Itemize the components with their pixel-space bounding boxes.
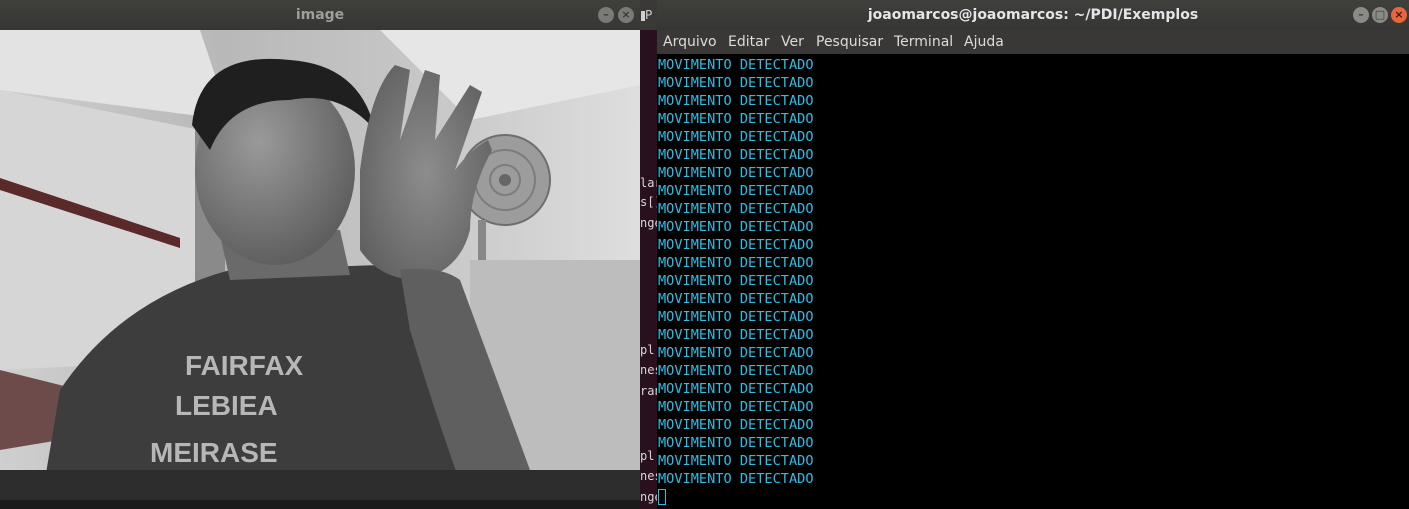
terminal-line: MOVIMENTO DETECTADO xyxy=(658,129,814,145)
terminal-output[interactable]: MOVIMENTO DETECTADO MOVIMENTO DETECTADO … xyxy=(658,56,1406,509)
terminal-line: MOVIMENTO DETECTADO xyxy=(658,471,814,487)
menu-arquivo[interactable]: Arquivo xyxy=(663,34,717,50)
terminal-line: MOVIMENTO DETECTADO xyxy=(658,345,814,361)
shirt-text-line-2: LEBIEA xyxy=(175,390,278,421)
terminal-line: MOVIMENTO DETECTADO xyxy=(658,381,814,397)
code-fragment: nes xyxy=(640,469,657,483)
terminal-line: MOVIMENTO DETECTADO xyxy=(658,75,814,91)
shirt-text-line-1: FAIRFAX xyxy=(185,350,304,381)
terminal-line: MOVIMENTO DETECTADO xyxy=(658,147,814,163)
code-fragment: lar xyxy=(640,176,657,190)
image-window-titlebar[interactable]: image – × xyxy=(0,0,640,30)
background-window-edge[interactable]: P lar s[] nge pl nes ran pl nes nge xyxy=(640,0,657,509)
terminal-line: MOVIMENTO DETECTADO xyxy=(658,273,814,289)
background-window-tab-label: P xyxy=(645,8,653,22)
terminal-line: MOVIMENTO DETECTADO xyxy=(658,291,814,307)
terminal-line: MOVIMENTO DETECTADO xyxy=(658,219,814,235)
code-fragment: pl xyxy=(640,449,655,463)
terminal-line: MOVIMENTO DETECTADO xyxy=(658,417,814,433)
code-fragment: nge xyxy=(640,216,657,230)
terminal-line: MOVIMENTO DETECTADO xyxy=(658,309,814,325)
image-window: image – × FAIRFAX LEBIEA MEIRASE xyxy=(0,0,640,509)
text-cursor xyxy=(658,489,666,505)
close-icon[interactable]: × xyxy=(618,7,634,23)
menu-editar[interactable]: Editar xyxy=(728,34,769,50)
minimize-icon[interactable]: – xyxy=(1353,7,1369,23)
terminal-line: MOVIMENTO DETECTADO xyxy=(658,363,814,379)
menu-ajuda[interactable]: Ajuda xyxy=(964,34,1004,50)
terminal-line: MOVIMENTO DETECTADO xyxy=(658,435,814,451)
terminal-menubar: Arquivo Editar Ver Pesquisar Terminal Aj… xyxy=(657,30,1409,54)
code-fragment: ran xyxy=(640,384,657,398)
menu-terminal[interactable]: Terminal xyxy=(894,34,953,50)
terminal-title: joaomarcos@joaomarcos: ~/PDI/Exemplos xyxy=(867,7,1199,23)
image-window-title: image xyxy=(295,7,345,23)
terminal-line: MOVIMENTO DETECTADO xyxy=(658,327,814,343)
terminal-line: MOVIMENTO DETECTADO xyxy=(658,111,814,127)
menu-pesquisar[interactable]: Pesquisar xyxy=(816,34,883,50)
terminal-line: MOVIMENTO DETECTADO xyxy=(658,201,814,217)
code-fragment: nes xyxy=(640,363,657,377)
terminal-prompt[interactable] xyxy=(658,488,1406,506)
webcam-frame: FAIRFAX LEBIEA MEIRASE xyxy=(0,30,640,509)
terminal-line: MOVIMENTO DETECTADO xyxy=(658,165,814,181)
shirt-text-line-3: MEIRASE xyxy=(150,437,278,468)
terminal-line: MOVIMENTO DETECTADO xyxy=(658,237,814,253)
minimize-icon[interactable]: – xyxy=(598,7,614,23)
terminal-line: MOVIMENTO DETECTADO xyxy=(658,57,814,73)
terminal-window: joaomarcos@joaomarcos: ~/PDI/Exemplos – … xyxy=(657,0,1409,509)
close-icon[interactable]: × xyxy=(1391,7,1407,23)
code-fragment: pl xyxy=(640,343,655,357)
terminal-line: MOVIMENTO DETECTADO xyxy=(658,399,814,415)
code-fragment: s[] xyxy=(640,195,657,209)
terminal-line: MOVIMENTO DETECTADO xyxy=(658,255,814,271)
maximize-icon[interactable]: □ xyxy=(1372,7,1388,23)
menu-ver[interactable]: Ver xyxy=(781,34,804,50)
terminal-line: MOVIMENTO DETECTADO xyxy=(658,453,814,469)
background-window-tab[interactable]: P xyxy=(640,0,657,30)
webcam-image: FAIRFAX LEBIEA MEIRASE xyxy=(0,30,640,509)
code-fragment: nge xyxy=(640,490,657,504)
terminal-line: MOVIMENTO DETECTADO xyxy=(658,183,814,199)
terminal-titlebar[interactable]: joaomarcos@joaomarcos: ~/PDI/Exemplos – … xyxy=(657,0,1409,30)
terminal-line: MOVIMENTO DETECTADO xyxy=(658,93,814,109)
